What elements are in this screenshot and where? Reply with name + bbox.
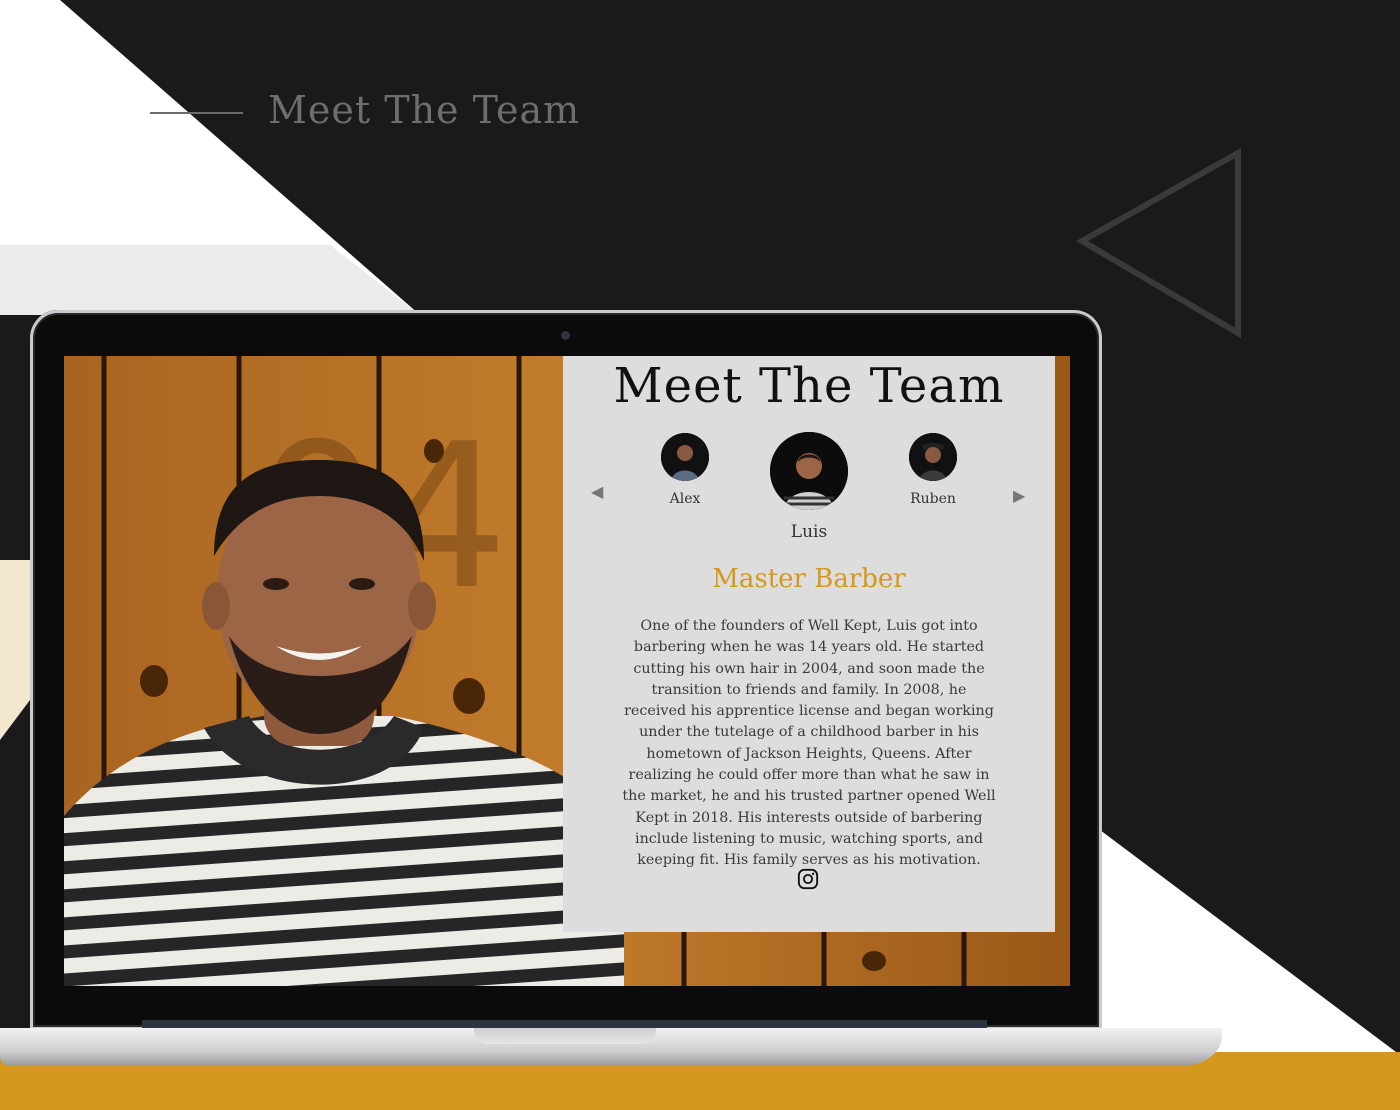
team-member-alex[interactable]: Alex [655, 433, 715, 507]
barber-portrait [64, 460, 624, 986]
member-name-selected: Luis [790, 522, 828, 542]
camera-icon [561, 331, 570, 340]
laptop-screen: 04 Meet The Team ◀ ▶ [64, 356, 1070, 986]
avatar [770, 432, 848, 510]
triangle-left-icon[interactable]: ◀ [591, 482, 603, 501]
member-bio: One of the founders of Well Kept, Luis g… [622, 618, 996, 869]
avatar-image [661, 433, 709, 481]
avatar [661, 433, 709, 481]
instagram-icon[interactable] [797, 868, 819, 890]
member-name: Ruben [910, 491, 956, 507]
laptop-notch [474, 1028, 656, 1044]
avatar-image [770, 432, 848, 510]
avatar [909, 433, 957, 481]
header-divider [150, 112, 243, 114]
team-section-title: Meet The Team [613, 358, 1005, 414]
page-header-title: Meet The Team [268, 88, 581, 132]
team-panel: Meet The Team ◀ ▶ Alex Luis Ruben Master… [563, 356, 1055, 932]
team-member-luis[interactable]: Luis [763, 432, 855, 542]
laptop-hinge [142, 1020, 987, 1028]
team-member-ruben[interactable]: Ruben [903, 433, 963, 507]
triangle-right-icon[interactable]: ▶ [1013, 486, 1025, 505]
member-role: Master Barber [712, 564, 906, 594]
avatar-image [909, 433, 957, 481]
member-name: Alex [669, 491, 701, 507]
decorative-triangle-icon [1075, 147, 1241, 339]
